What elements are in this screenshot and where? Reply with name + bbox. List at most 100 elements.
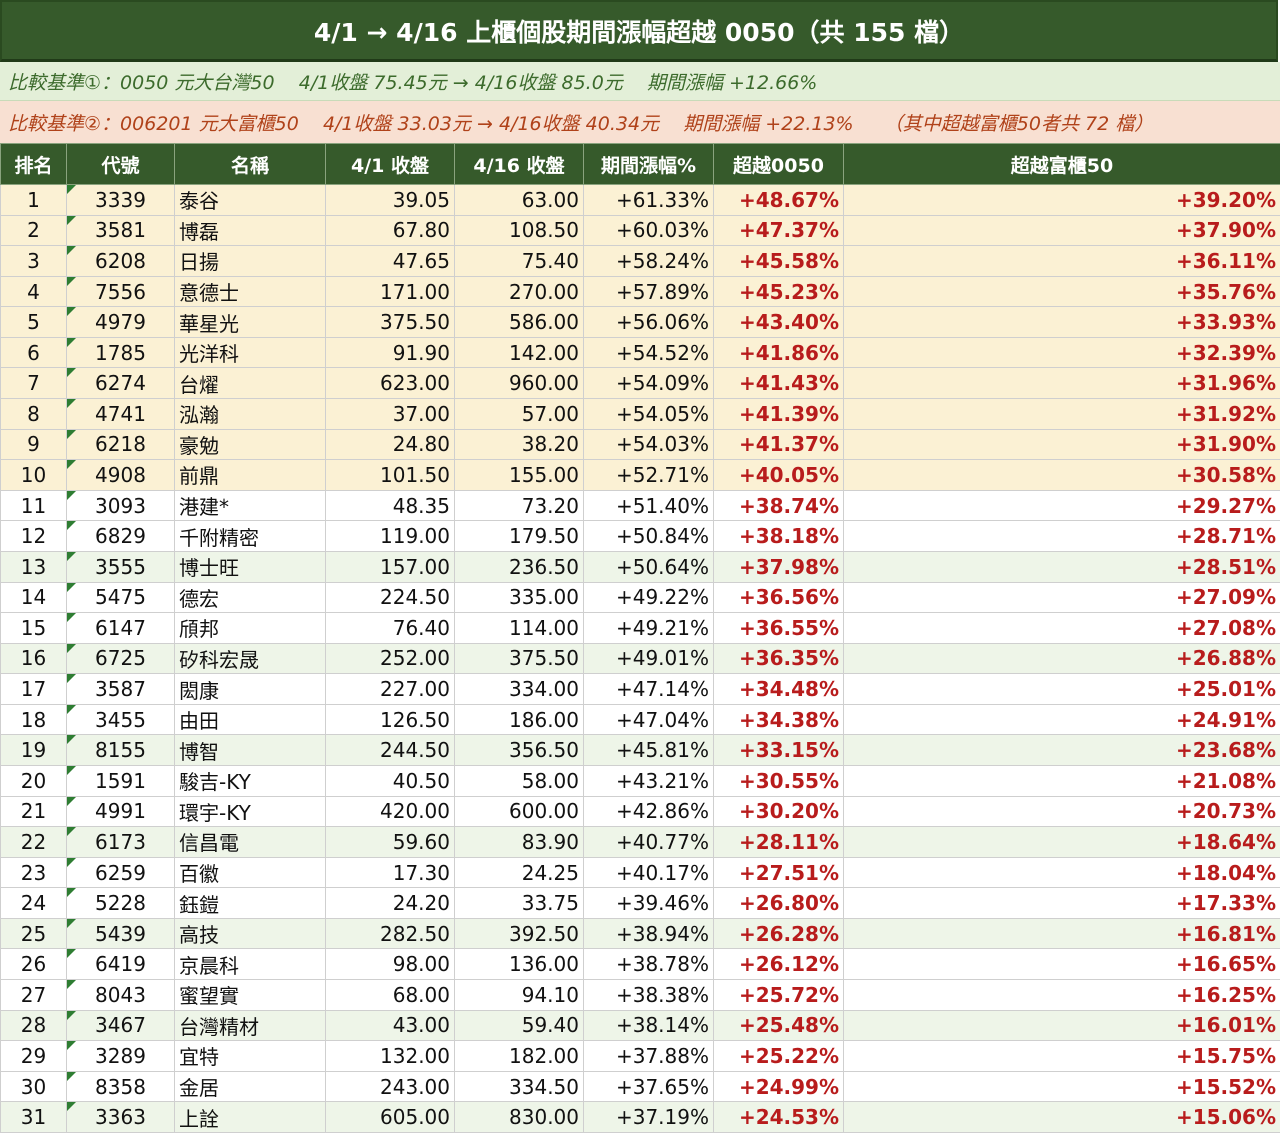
vs-otc50-cell[interactable]: +23.68% [843,734,1280,766]
close-0416-cell[interactable]: 155.00 [454,459,584,491]
vs-otc50-cell[interactable]: +28.51% [843,550,1280,583]
close-0416-cell[interactable]: 114.00 [454,612,584,644]
period-change-cell[interactable]: +54.09% [583,367,714,400]
vs-0050-cell[interactable]: +41.37% [713,428,844,461]
code-cell[interactable]: 3093 [66,489,175,522]
table-row[interactable]: 3 6208 日揚 47.65 75.40 +58.24% +45.58% +36.11% [0,245,1280,277]
close-0401-cell[interactable]: 119.00 [325,520,455,552]
table-row[interactable]: 25 5439 高技 282.50 392.50 +38.94% +26.28% +16.81… [0,917,1280,950]
table-row[interactable]: 11 3093 港建* 48.35 73.20 +51.40% +38.74% +29.27% [0,489,1280,522]
close-0416-cell[interactable]: 83.90 [454,826,584,858]
name-cell[interactable]: 頎邦 [174,612,326,644]
close-0401-cell[interactable]: 76.40 [325,612,455,644]
header-vs-0050[interactable]: 超越0050 [713,143,844,185]
vs-otc50-cell[interactable]: +16.81% [843,917,1280,950]
close-0401-cell[interactable]: 157.00 [325,550,455,583]
name-cell[interactable]: 宜特 [174,1040,326,1072]
close-0416-cell[interactable]: 73.20 [454,489,584,522]
table-row[interactable]: 30 8358 金居 243.00 334.50 +37.65% +24.99% +15.52… [0,1070,1280,1103]
code-cell[interactable]: 5475 [66,581,175,614]
period-change-cell[interactable]: +50.64% [583,550,714,583]
name-cell[interactable]: 前鼎 [174,459,326,491]
rank-cell[interactable]: 18 [0,703,67,736]
name-cell[interactable]: 博磊 [174,214,326,247]
vs-0050-cell[interactable]: +40.05% [713,459,844,491]
period-change-cell[interactable]: +49.01% [583,642,714,675]
vs-0050-cell[interactable]: +48.67% [713,184,844,216]
vs-otc50-cell[interactable]: +35.76% [843,275,1280,308]
close-0401-cell[interactable]: 98.00 [325,948,455,981]
name-cell[interactable]: 信昌電 [174,826,326,858]
period-change-cell[interactable]: +37.65% [583,1070,714,1103]
name-cell[interactable]: 京晨科 [174,948,326,981]
header-code[interactable]: 代號 [66,143,175,185]
close-0401-cell[interactable]: 420.00 [325,795,455,828]
code-cell[interactable]: 3581 [66,214,175,247]
code-cell[interactable]: 3363 [66,1101,175,1133]
close-0401-cell[interactable]: 40.50 [325,764,455,797]
rank-cell[interactable]: 26 [0,948,67,981]
code-cell[interactable]: 3289 [66,1040,175,1072]
table-row[interactable]: 26 6419 京晨科 98.00 136.00 +38.78% +26.12% +16.65… [0,948,1280,981]
name-cell[interactable]: 千附精密 [174,520,326,552]
rank-cell[interactable]: 1 [0,184,67,216]
period-change-cell[interactable]: +39.46% [583,887,714,919]
code-cell[interactable]: 3339 [66,184,175,216]
rank-cell[interactable]: 11 [0,489,67,522]
name-cell[interactable]: 台燿 [174,367,326,400]
rank-cell[interactable]: 16 [0,642,67,675]
code-cell[interactable]: 4741 [66,398,175,430]
close-0401-cell[interactable]: 24.20 [325,887,455,919]
period-change-cell[interactable]: +51.40% [583,489,714,522]
period-change-cell[interactable]: +40.77% [583,826,714,858]
close-0401-cell[interactable]: 39.05 [325,184,455,216]
table-row[interactable]: 2 3581 博磊 67.80 108.50 +60.03% +47.37% +37.90% [0,214,1280,247]
close-0401-cell[interactable]: 59.60 [325,826,455,858]
vs-0050-cell[interactable]: +26.28% [713,917,844,950]
vs-otc50-cell[interactable]: +33.93% [843,306,1280,338]
vs-0050-cell[interactable]: +41.86% [713,336,844,369]
vs-0050-cell[interactable]: +38.18% [713,520,844,552]
vs-otc50-cell[interactable]: +16.01% [843,1009,1280,1042]
vs-otc50-cell[interactable]: +27.08% [843,612,1280,644]
vs-otc50-cell[interactable]: +16.25% [843,979,1280,1011]
vs-otc50-cell[interactable]: +32.39% [843,336,1280,369]
close-0401-cell[interactable]: 282.50 [325,917,455,950]
vs-otc50-cell[interactable]: +15.75% [843,1040,1280,1072]
table-row[interactable]: 10 4908 前鼎 101.50 155.00 +52.71% +40.05% +30.58… [0,459,1280,491]
code-cell[interactable]: 3587 [66,673,175,705]
code-cell[interactable]: 4908 [66,459,175,491]
vs-otc50-cell[interactable]: +18.04% [843,856,1280,889]
code-cell[interactable]: 5439 [66,917,175,950]
vs-0050-cell[interactable]: +26.12% [713,948,844,981]
close-0416-cell[interactable]: 58.00 [454,764,584,797]
name-cell[interactable]: 泰谷 [174,184,326,216]
table-row[interactable]: 21 4991 環宇-KY 420.00 600.00 +42.86% +30.20% +20… [0,795,1280,828]
table-row[interactable]: 12 6829 千附精密 119.00 179.50 +50.84% +38.18% +28.… [0,520,1280,552]
close-0401-cell[interactable]: 67.80 [325,214,455,247]
code-cell[interactable]: 6725 [66,642,175,675]
rank-cell[interactable]: 19 [0,734,67,766]
vs-0050-cell[interactable]: +41.43% [713,367,844,400]
rank-cell[interactable]: 25 [0,917,67,950]
name-cell[interactable]: 駿吉-KY [174,764,326,797]
name-cell[interactable]: 博智 [174,734,326,766]
header-name[interactable]: 名稱 [174,143,326,185]
name-cell[interactable]: 泓瀚 [174,398,326,430]
close-0416-cell[interactable]: 334.00 [454,673,584,705]
name-cell[interactable]: 環宇-KY [174,795,326,828]
rank-cell[interactable]: 10 [0,459,67,491]
period-change-cell[interactable]: +54.05% [583,398,714,430]
vs-otc50-cell[interactable]: +31.90% [843,428,1280,461]
table-row[interactable]: 15 6147 頎邦 76.40 114.00 +49.21% +36.55% +27.08% [0,612,1280,644]
code-cell[interactable]: 6259 [66,856,175,889]
close-0416-cell[interactable]: 94.10 [454,979,584,1011]
close-0401-cell[interactable]: 47.65 [325,245,455,277]
close-0416-cell[interactable]: 960.00 [454,367,584,400]
period-change-cell[interactable]: +50.84% [583,520,714,552]
table-row[interactable]: 27 8043 蜜望實 68.00 94.10 +38.38% +25.72% +16.25% [0,979,1280,1011]
close-0401-cell[interactable]: 24.80 [325,428,455,461]
code-cell[interactable]: 8043 [66,979,175,1011]
rank-cell[interactable]: 30 [0,1070,67,1103]
period-change-cell[interactable]: +54.03% [583,428,714,461]
